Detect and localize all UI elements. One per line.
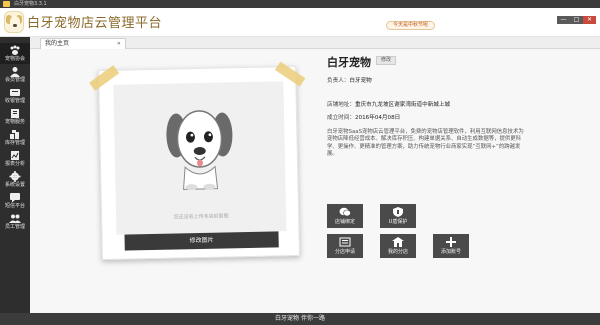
tab-label: 我的主页 <box>45 40 70 47</box>
sidebar-item-reports[interactable]: 报表分析 <box>0 148 30 169</box>
tile-label: 添加账号 <box>440 249 461 255</box>
app-icon <box>3 1 10 7</box>
store-photo-card: 您还没有上传本店封面图 修改图片 <box>89 61 306 261</box>
tab-bar: 我的主页 ✕ <box>30 37 600 49</box>
edit-store-button[interactable]: 修改 <box>376 56 396 65</box>
sidebar-item-label: 宠物协会 <box>4 56 25 62</box>
tile-label: 店铺绑定 <box>334 219 355 225</box>
tile-label: 我的分店 <box>387 249 408 255</box>
store-description: 白牙宠物SaaS宠物店云管理平台，免费的宠物店管理软件，利用互联网信息技术为宠物… <box>327 129 524 158</box>
app-title: 白牙宠物3.3.1 <box>14 1 47 7</box>
header: 白牙宠物店云管理平台 今天是中秋节呢 — □ ✕ <box>0 8 600 37</box>
store-founded-line: 成立时间：2016年04月08日 <box>327 113 400 121</box>
shield-icon <box>392 207 404 217</box>
sidebar-item-label: 报表分析 <box>4 161 25 167</box>
tile-label: U盾保护 <box>388 219 408 225</box>
sidebar-item-label: 会员管理 <box>4 77 25 83</box>
sidebar-item-service[interactable]: 宠物服务 <box>0 106 30 127</box>
tab-home[interactable]: 我的主页 ✕ <box>40 38 126 49</box>
gear-icon <box>9 171 21 182</box>
tile-my-branches[interactable]: 我的分店 <box>380 234 416 258</box>
branch-icon <box>339 237 351 247</box>
sidebar: 宠物协会 会员管理 收银管理 宠物服务 库存管理 报表分析 系统设置 短信平台 … <box>0 37 30 313</box>
tile-add-account[interactable]: 添加账号 <box>433 234 469 258</box>
maximize-button[interactable]: □ <box>570 16 583 24</box>
logo-text: 白牙宠物店云管理平台 <box>27 16 163 31</box>
main-content: 您还没有上传本店封面图 修改图片 白牙宠物 修改 负责人：白牙宠物 店铺地址：重… <box>30 50 600 313</box>
founded-label: 成立时间： <box>327 115 355 121</box>
store-photo-area: 您还没有上传本店封面图 <box>113 81 287 235</box>
inventory-icon <box>9 129 21 140</box>
sidebar-item-label: 库存管理 <box>4 140 25 146</box>
store-owner-line: 负责人：白牙宠物 <box>327 76 372 84</box>
store-icon <box>392 237 404 247</box>
notice-bubble: 今天是中秋节呢 <box>386 21 436 30</box>
report-icon <box>9 150 21 161</box>
store-address-line: 店铺地址：重庆市九龙坡区谢家湾街道中新城上城 <box>327 100 450 108</box>
plus-icon <box>445 237 457 247</box>
footer: 白牙宠物 伴你一路 <box>0 313 600 325</box>
title-bar: 白牙宠物3.3.1 <box>0 0 600 8</box>
window-controls: — □ ✕ <box>557 16 596 24</box>
minimize-button[interactable]: — <box>557 16 570 24</box>
sidebar-item-label: 短信平台 <box>4 203 25 209</box>
tile-store-binding[interactable]: 店铺绑定 <box>327 204 363 228</box>
logo-dog-icon <box>4 11 24 33</box>
photo-caption: 您还没有上传本店封面图 <box>173 213 229 221</box>
address-value: 重庆市九龙坡区谢家湾街道中新城上城 <box>354 102 451 108</box>
address-label: 店铺地址： <box>327 102 355 108</box>
close-tab-icon[interactable]: ✕ <box>117 39 121 49</box>
sidebar-item-staff[interactable]: 员工管理 <box>0 211 30 232</box>
staff-icon <box>9 213 21 224</box>
tile-label: 分店申请 <box>334 249 355 255</box>
sidebar-item-sms[interactable]: 短信平台 <box>0 190 30 211</box>
tile-branch-apply[interactable]: 分店申请 <box>327 234 363 258</box>
sidebar-item-label: 员工管理 <box>4 224 25 230</box>
change-photo-button[interactable]: 修改图片 <box>124 231 279 251</box>
sidebar-item-settings[interactable]: 系统设置 <box>0 169 30 190</box>
cashier-icon <box>9 87 21 98</box>
dog-placeholder-icon <box>166 110 233 191</box>
sidebar-item-label: 收银管理 <box>4 98 25 104</box>
paw-icon <box>9 45 21 56</box>
sidebar-item-members[interactable]: 会员管理 <box>0 64 30 85</box>
tile-ukey-protect[interactable]: U盾保护 <box>380 204 416 228</box>
sms-icon <box>9 192 21 203</box>
member-icon <box>9 66 21 77</box>
sidebar-item-cashier[interactable]: 收银管理 <box>0 85 30 106</box>
sidebar-item-inventory[interactable]: 库存管理 <box>0 127 30 148</box>
wechat-icon <box>339 207 351 217</box>
sidebar-item-label: 系统设置 <box>4 182 25 188</box>
owner-label: 负责人： <box>327 78 350 84</box>
sidebar-item-label: 宠物服务 <box>4 119 25 125</box>
owner-value: 白牙宠物 <box>349 78 372 84</box>
sidebar-item-association[interactable]: 宠物协会 <box>0 43 30 64</box>
founded-value: 2016年04月08日 <box>354 115 401 121</box>
store-name: 白牙宠物 <box>327 56 371 69</box>
close-button[interactable]: ✕ <box>583 16 596 24</box>
service-icon <box>9 108 21 119</box>
